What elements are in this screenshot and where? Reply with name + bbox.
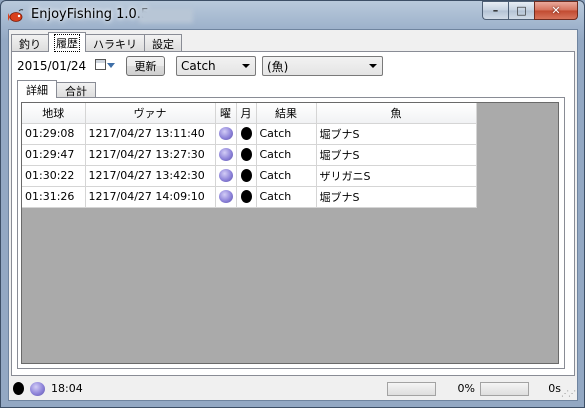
cell-moon	[236, 144, 257, 166]
history-grid[interactable]: 地球 ヴァナ 曜 月 結果 魚 01:29:08 1217/04/27 13:1…	[21, 102, 559, 364]
history-panel: 2015/01/24 更新 Catch (魚) 詳細 合計 地球 ヴァナ 曜 月…	[11, 51, 575, 376]
moon-icon	[240, 190, 252, 204]
tab-label: 履歴	[54, 33, 80, 52]
tab-harakiri[interactable]: ハラキリ	[85, 34, 145, 52]
cell-vana-time: 1217/04/27 13:11:40	[85, 123, 216, 145]
date-picker[interactable]: 2015/01/24	[15, 56, 115, 76]
table-row[interactable]: 01:29:47 1217/04/27 13:27:30 Catch 堀ブナS	[22, 144, 477, 166]
tab-label: 釣り	[19, 37, 41, 51]
column-header-fish[interactable]: 魚	[316, 103, 477, 124]
table-row[interactable]: 01:29:08 1217/04/27 13:11:40 Catch 堀ブナS	[22, 123, 477, 145]
cell-weekday	[215, 144, 237, 166]
moon-phase-icon	[13, 382, 24, 395]
table-header-row: 地球 ヴァナ 曜 月 結果 魚	[22, 103, 477, 124]
result-filter-value: Catch	[181, 59, 216, 73]
client-area: 釣り 履歴 ハラキリ 設定 2015/01/24 更新 Catch (魚) 詳細	[8, 29, 578, 401]
cell-fish: ザリガニS	[316, 165, 477, 187]
tab-details[interactable]: 詳細	[17, 80, 57, 98]
resize-grip-icon[interactable]: ⋰⋰	[561, 389, 576, 398]
gem-icon	[218, 169, 233, 183]
progress-bar-right	[480, 382, 529, 396]
cell-weekday	[215, 165, 237, 187]
column-header-earth[interactable]: 地球	[22, 103, 86, 124]
moon-icon	[240, 148, 252, 162]
chevron-down-icon[interactable]	[107, 63, 115, 68]
close-button[interactable]: ✕	[534, 1, 578, 20]
tab-settings[interactable]: 設定	[144, 34, 182, 52]
caption-buttons: – □ ✕	[482, 1, 578, 21]
minimize-icon: –	[492, 4, 499, 17]
progress-percent: 0%	[457, 382, 475, 395]
app-window: EnjoyFishing 1.0.5 – □ ✕ 釣り 履歴 ハラキリ 設定 2…	[0, 0, 585, 408]
fish-filter-value: (魚)	[267, 59, 289, 74]
maximize-button[interactable]: □	[508, 1, 534, 20]
cell-moon	[236, 165, 257, 187]
cell-vana-time: 1217/04/27 14:09:10	[85, 186, 216, 208]
chevron-down-icon	[369, 64, 377, 68]
gem-icon	[218, 148, 233, 162]
cell-result: Catch	[256, 186, 317, 208]
minimize-button[interactable]: –	[482, 1, 508, 20]
table-row[interactable]: 01:31:26 1217/04/27 14:09:10 Catch 堀ブナS	[22, 186, 477, 208]
weekday-gem-icon	[30, 382, 45, 396]
cell-weekday	[215, 123, 237, 145]
moon-icon	[240, 169, 252, 183]
column-header-moon[interactable]: 月	[236, 103, 257, 124]
cell-earth-time: 01:30:22	[22, 165, 86, 187]
refresh-button[interactable]: 更新	[126, 56, 165, 76]
chevron-down-icon	[242, 64, 250, 68]
cell-weekday	[215, 186, 237, 208]
cell-fish: 堀ブナS	[316, 123, 477, 145]
gem-icon	[218, 190, 233, 204]
tab-label: ハラキリ	[93, 37, 137, 51]
status-bar: 18:04 0% 0s ⋰⋰	[9, 378, 577, 400]
vana-time: 18:04	[51, 382, 83, 395]
sub-tabstrip: 詳細 合計	[17, 80, 96, 98]
progress-bar-left	[387, 382, 436, 396]
fish-filter-select[interactable]: (魚)	[262, 56, 383, 76]
history-table: 地球 ヴァナ 曜 月 結果 魚 01:29:08 1217/04/27 13:1…	[22, 103, 477, 208]
table-row[interactable]: 01:30:22 1217/04/27 13:42:30 Catch ザリガニS	[22, 165, 477, 187]
date-value: 2015/01/24	[17, 59, 87, 73]
fish-app-icon	[8, 9, 24, 22]
window-title: EnjoyFishing 1.0.5	[31, 7, 150, 22]
result-filter-select[interactable]: Catch	[176, 56, 256, 76]
calendar-icon[interactable]	[95, 59, 106, 70]
blurred-title-area	[139, 8, 193, 23]
column-header-result[interactable]: 結果	[256, 103, 317, 124]
column-header-vana[interactable]: ヴァナ	[85, 103, 216, 124]
details-panel: 地球 ヴァナ 曜 月 結果 魚 01:29:08 1217/04/27 13:1…	[17, 97, 565, 369]
title-bar[interactable]: EnjoyFishing 1.0.5 – □ ✕	[1, 1, 584, 29]
cell-result: Catch	[256, 144, 317, 166]
cell-moon	[236, 186, 257, 208]
cell-earth-time: 01:29:08	[22, 123, 86, 145]
cell-fish: 堀ブナS	[316, 144, 477, 166]
moon-icon	[240, 127, 252, 141]
cell-vana-time: 1217/04/27 13:42:30	[85, 165, 216, 187]
close-icon: ✕	[551, 4, 561, 17]
maximize-icon: □	[516, 4, 527, 17]
cell-earth-time: 01:29:47	[22, 144, 86, 166]
cell-result: Catch	[256, 123, 317, 145]
cell-earth-time: 01:31:26	[22, 186, 86, 208]
tab-fishing[interactable]: 釣り	[11, 34, 49, 52]
cell-vana-time: 1217/04/27 13:27:30	[85, 144, 216, 166]
tab-totals[interactable]: 合計	[56, 82, 96, 98]
cell-moon	[236, 123, 257, 145]
tab-label: 設定	[152, 37, 174, 51]
column-header-weekday[interactable]: 曜	[215, 103, 237, 124]
elapsed-seconds: 0s	[548, 382, 561, 395]
tab-history[interactable]: 履歴	[48, 32, 86, 52]
gem-icon	[218, 127, 233, 141]
main-tabstrip: 釣り 履歴 ハラキリ 設定	[11, 32, 182, 52]
cell-fish: 堀ブナS	[316, 186, 477, 208]
cell-result: Catch	[256, 165, 317, 187]
